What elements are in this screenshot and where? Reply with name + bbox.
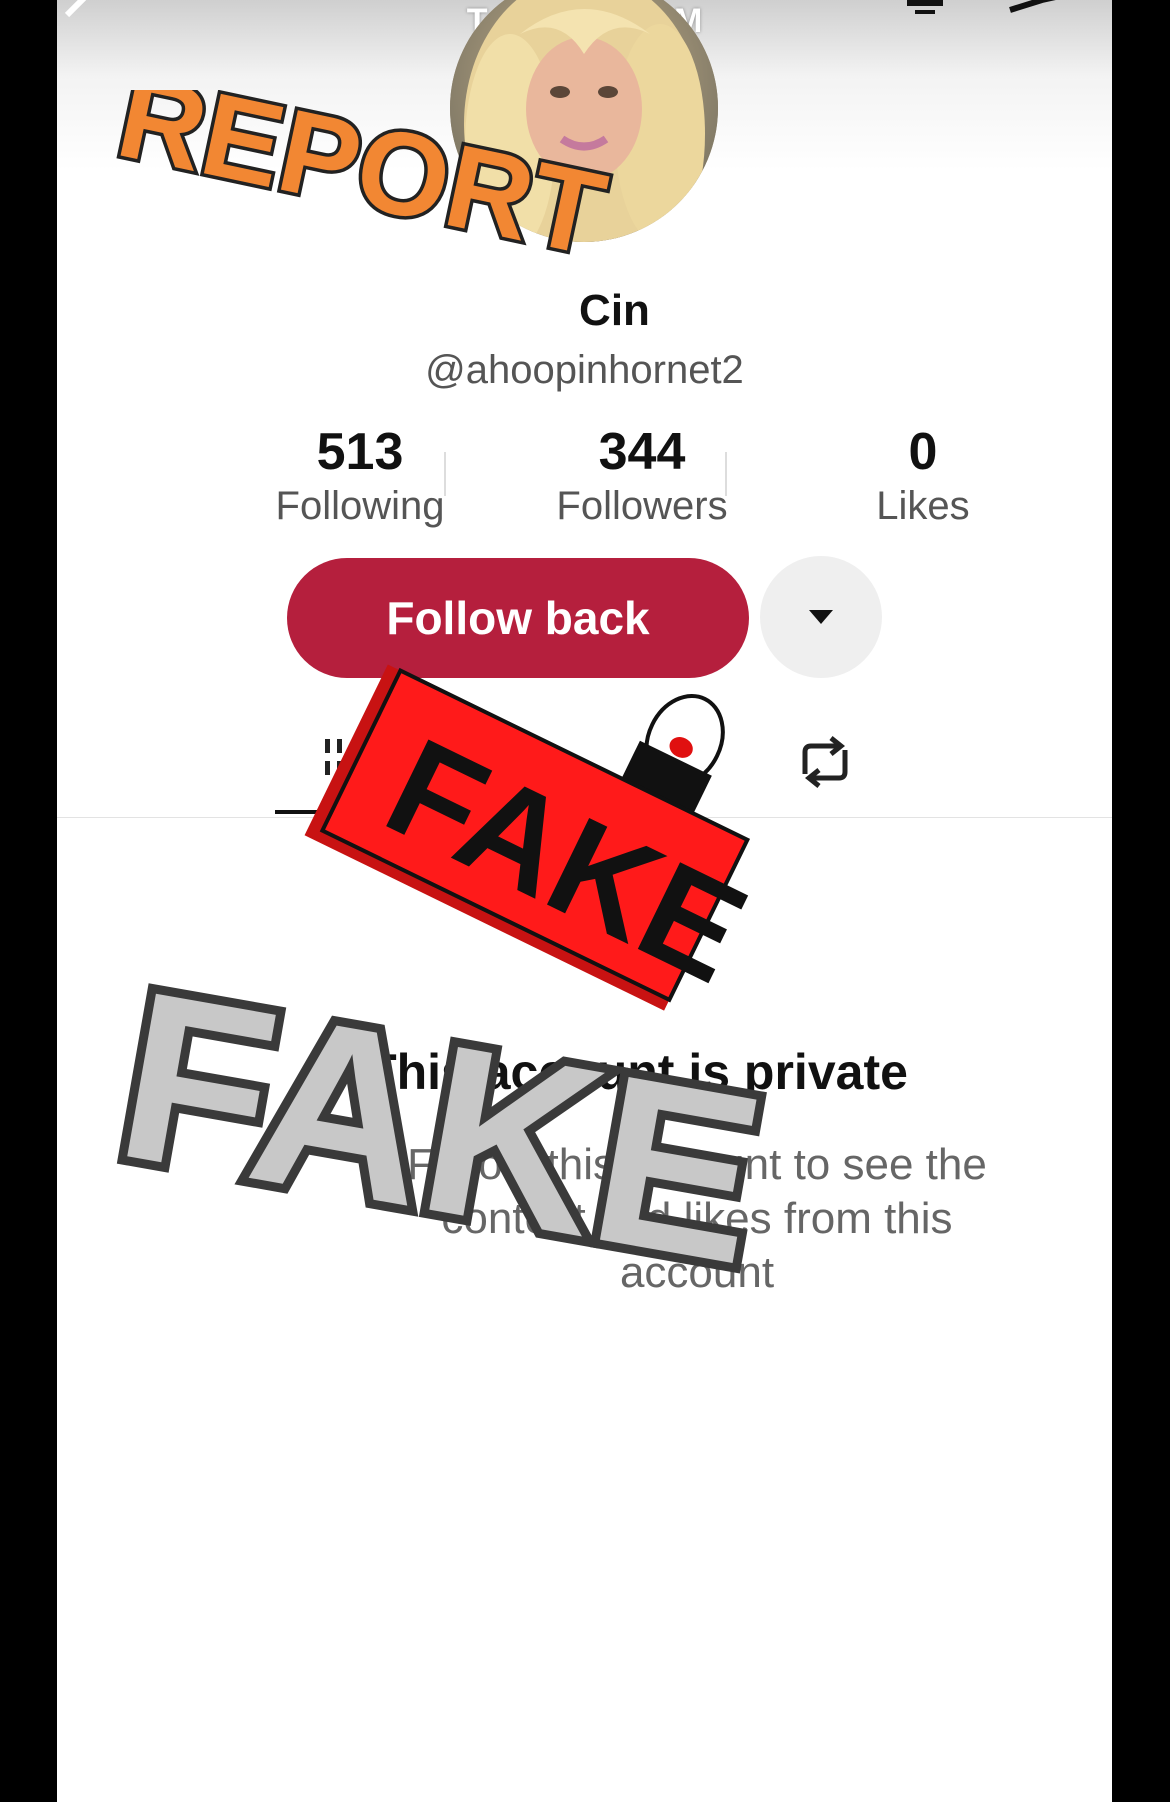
likes-count: 0 xyxy=(908,423,938,481)
profile-screen: Today 6:20 PM Cin @ahoopinhornet2 513 Fo… xyxy=(57,0,1112,1802)
followers-label: Followers xyxy=(556,484,728,528)
report-sticker: REPORT xyxy=(104,90,619,285)
stat-followers[interactable]: 344 Followers xyxy=(512,422,772,530)
stat-likes: 0 Likes xyxy=(793,422,1053,530)
stat-divider xyxy=(725,452,727,496)
likes-label: Likes xyxy=(876,484,970,528)
stat-following[interactable]: 513 Following xyxy=(230,422,490,530)
following-count: 513 xyxy=(316,423,404,481)
fake-text-sticker: FAKE xyxy=(94,960,789,1324)
fake-big-text: FAKE xyxy=(103,960,780,1315)
followers-count: 344 xyxy=(598,423,686,481)
caret-down-icon xyxy=(809,610,833,624)
report-sticker-text: REPORT xyxy=(107,90,615,282)
following-label: Following xyxy=(275,484,445,528)
username: @ahoopinhornet2 xyxy=(425,348,744,392)
stat-divider xyxy=(444,452,446,496)
